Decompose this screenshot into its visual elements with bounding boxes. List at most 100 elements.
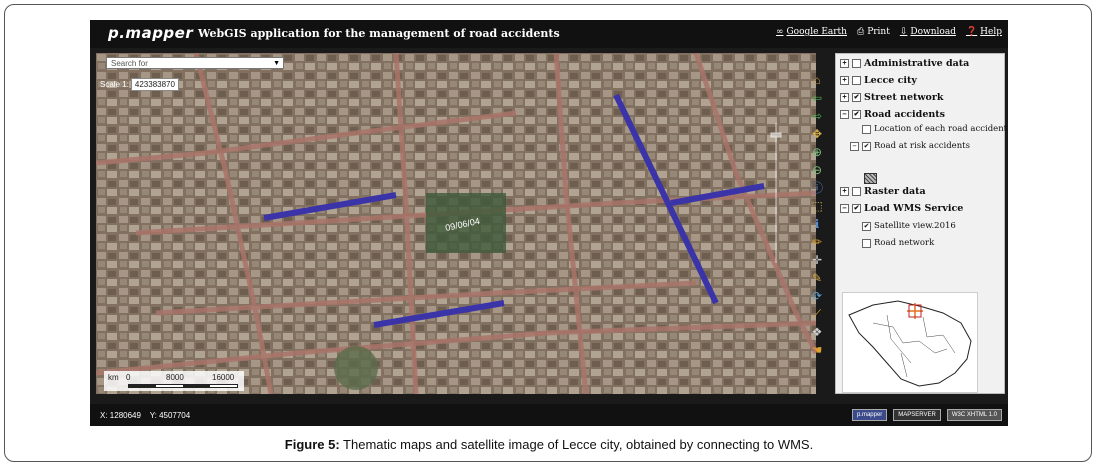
toc-label: Lecce city <box>864 75 917 86</box>
w3c-badge[interactable]: W3C XHTML 1.0 <box>946 409 1002 421</box>
app-logo[interactable]: p.mapper <box>108 24 193 42</box>
coordinates-icon[interactable]: ✛ <box>809 253 826 268</box>
scale-control: Scale 1: 423383870 <box>100 78 179 91</box>
mapserver-badge[interactable]: MAPSERVER <box>893 409 941 421</box>
info-icon[interactable]: ℹ <box>809 217 826 232</box>
toc-label: Load WMS Service <box>864 203 964 214</box>
satellite-map[interactable]: 09/06/04 <box>96 53 816 394</box>
toc-item-raster-data-row[interactable]: + Raster data <box>840 186 926 197</box>
toc-item-road-accidents[interactable]: − ✔ Road accidents <box>840 109 945 120</box>
map-toolbar: ⌂ ⇦ ⇨ ✥ ⊕ ⊖ ⓘ ⬚ ℹ ✏ ✛ ✎ ⟳ ⟋ ❖ ☚ <box>806 71 828 403</box>
overview-map[interactable] <box>842 292 978 393</box>
x-label: X: <box>100 411 108 420</box>
toc-item-load-wms[interactable]: − ✔ Load WMS Service <box>840 203 963 214</box>
zoom-out-icon[interactable]: ⊖ <box>809 163 826 178</box>
y-label: Y: <box>149 411 157 420</box>
toc-item-administrative-data[interactable]: + Administrative data <box>840 58 969 69</box>
overview-map-graphic <box>848 300 972 387</box>
layers-icon[interactable]: ❖ <box>809 325 826 340</box>
toc-label: Satellite view.2016 <box>874 221 956 231</box>
help-link[interactable]: ❓ Help <box>966 27 1002 37</box>
print-link[interactable]: ⎙ Print <box>857 27 890 37</box>
collapse-icon[interactable]: − <box>850 141 859 151</box>
toc-item-satellite-view[interactable]: ✔ Satellite view.2016 <box>862 221 956 231</box>
collapse-icon[interactable]: − <box>840 110 849 119</box>
layer-checkbox[interactable] <box>852 59 861 68</box>
download-link[interactable]: ⇩ Download <box>900 27 956 37</box>
zoom-slider-handle[interactable] <box>770 132 782 138</box>
layer-checkbox-checked[interactable]: ✔ <box>862 141 871 151</box>
select-icon[interactable]: ⬚ <box>809 199 826 214</box>
toc-label: Road at risk accidents <box>874 141 970 151</box>
expand-icon[interactable]: + <box>840 93 849 102</box>
measure-icon[interactable]: ✏ <box>809 235 826 250</box>
google-earth-label: Google Earth <box>786 27 847 37</box>
help-label: Help <box>980 27 1002 37</box>
layer-checkbox-checked[interactable]: ✔ <box>862 221 871 231</box>
toc-label: Location of each road accident <box>874 124 1008 134</box>
legend-symbol <box>864 173 877 184</box>
toc-item-lecce-city[interactable]: + Lecce city <box>840 75 917 86</box>
badge-group: p.mapper MAPSERVER W3C XHTML 1.0 <box>851 409 1002 421</box>
x-value: 1280649 <box>109 411 141 420</box>
webgis-app-window: p.mapper WebGIS application for the mana… <box>90 20 1008 426</box>
back-arrow-icon[interactable]: ⇦ <box>809 91 826 106</box>
scalebar-graphic <box>128 384 238 388</box>
toc-label: Street network <box>864 92 944 103</box>
map-view[interactable]: 09/06/04 Search for ▼ Scale 1: 423383870… <box>96 53 816 394</box>
scalebar-tick: 0 <box>126 373 131 382</box>
globe-icon: ∞ <box>775 27 784 37</box>
collapse-icon[interactable]: − <box>840 204 849 213</box>
layer-checkbox[interactable] <box>862 124 871 134</box>
toc-label: Road accidents <box>864 109 946 120</box>
figure-caption: Figure 5: Thematic maps and satellite im… <box>0 437 1098 452</box>
top-bar: p.mapper WebGIS application for the mana… <box>90 20 1008 48</box>
scale-input[interactable]: 423383870 <box>130 78 179 91</box>
scale-bar: km 0 8000 16000 <box>104 371 244 391</box>
layer-tree-panel: + Administrative data + Lecce city + ✔ S… <box>835 53 1007 394</box>
scalebar-tick: 16000 <box>212 373 235 382</box>
coordinate-readout: X: 1280649 Y: 4507704 <box>100 411 190 420</box>
toc-item-street-network[interactable]: + ✔ Street network <box>840 92 943 103</box>
search-dropdown[interactable]: Search for ▼ <box>106 57 284 69</box>
layer-checkbox[interactable] <box>862 238 871 248</box>
expand-icon[interactable]: + <box>840 59 849 68</box>
expand-icon[interactable]: + <box>840 76 849 85</box>
toc-label: Raster data <box>864 186 926 197</box>
toc-item-road-network[interactable]: Road network <box>862 238 934 248</box>
layer-checkbox-checked[interactable]: ✔ <box>852 110 861 119</box>
google-earth-link[interactable]: ∞ Google Earth <box>776 27 847 37</box>
toc-item-road-at-risk[interactable]: − ✔ Road at risk accidents <box>850 141 970 151</box>
identify-icon[interactable]: ⓘ <box>809 181 826 196</box>
caption-label: Figure 5: <box>284 437 340 452</box>
toc-item-location-road-accident[interactable]: Location of each road accident <box>862 124 1007 134</box>
toc-label: Administrative data <box>864 58 970 69</box>
layer-checkbox-checked[interactable]: ✔ <box>852 204 861 213</box>
layer-checkbox[interactable] <box>852 187 861 196</box>
paint-icon[interactable]: ✎ <box>809 271 826 286</box>
help-icon: ❓ <box>965 27 978 37</box>
scalebar-tick: 8000 <box>166 373 184 382</box>
app-title: WebGIS application for the management of… <box>198 27 560 40</box>
pmapper-badge[interactable]: p.mapper <box>851 409 888 421</box>
caption-text: Thematic maps and satellite image of Lec… <box>339 437 814 452</box>
pan-icon[interactable]: ✥ <box>809 127 826 142</box>
forward-arrow-icon[interactable]: ⇨ <box>809 109 826 124</box>
expand-icon[interactable]: + <box>840 187 849 196</box>
toc-label: Road network <box>874 238 935 248</box>
download-icon: ⇩ <box>899 27 908 37</box>
status-bar: X: 1280649 Y: 4507704 p.mapper MAPSERVER… <box>90 404 1008 426</box>
hand-icon[interactable]: ☚ <box>809 343 826 358</box>
zoom-in-icon[interactable]: ⊕ <box>809 145 826 160</box>
download-label: Download <box>910 27 956 37</box>
refresh-icon[interactable]: ⟳ <box>809 289 826 304</box>
home-icon[interactable]: ⌂ <box>809 73 826 88</box>
print-icon: ⎙ <box>856 27 865 37</box>
print-label: Print <box>867 27 890 37</box>
layer-checkbox[interactable] <box>852 76 861 85</box>
ruler-icon[interactable]: ⟋ <box>809 307 826 322</box>
scale-label: Scale 1: <box>100 80 129 89</box>
search-placeholder: Search for <box>111 59 148 68</box>
layer-checkbox-checked[interactable]: ✔ <box>852 93 861 102</box>
chevron-down-icon: ▼ <box>273 60 280 67</box>
